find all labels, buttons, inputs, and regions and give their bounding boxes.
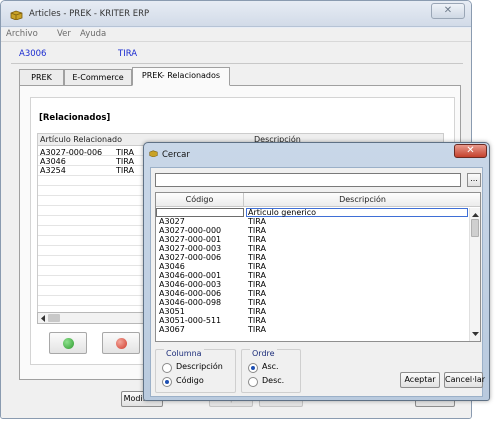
menu-ayuda[interactable]: Ayuda [80,29,106,39]
list-item-code: A3027-000-001 [159,235,222,244]
app-icon [10,10,23,21]
column-group-title: Columna [164,349,204,358]
list-item-desc: TIRA [248,325,266,334]
search-dialog: Cercar ✕ ... Código Descripción Articulo… [143,142,490,401]
results-header: Código Descripción [156,193,480,207]
list-item[interactable]: A3046 TIRA [156,262,469,271]
section-label: [Relacionados] [39,113,111,123]
radio-asc-label[interactable]: Asc. [262,362,279,371]
browse-button[interactable]: ... [467,173,481,187]
list-item-code: A3027-000-006 [159,253,222,262]
dialog-accept-button[interactable]: Aceptar [400,372,440,388]
list-item-code: A3067 [159,325,185,334]
list-item-code: A3046-000-003 [159,280,222,289]
order-group-title: Ordre [250,349,277,358]
radio-desc[interactable] [248,377,258,387]
column-header-related-article[interactable]: Artículo Relacionado [40,134,122,146]
tab-e-commerce[interactable]: E-Commerce [64,69,132,86]
radio-descripcion-label[interactable]: Descripción [176,362,223,371]
dialog-cancel-button[interactable]: Cancel·lar [444,372,485,388]
article-name: TIRA [118,49,138,59]
scroll-thumb[interactable] [471,219,479,237]
list-item-desc: TIRA [248,244,266,253]
tab-prek[interactable]: PREK [19,69,64,86]
list-item-code: A3046-000-006 [159,289,222,298]
list-item[interactable]: A3051 TIRA [156,307,469,316]
list-item-code: A3051 [159,307,185,316]
radio-desc-label[interactable]: Desc. [262,376,284,385]
list-item-desc: TIRA [248,271,266,280]
radio-descripcion[interactable] [162,363,172,373]
list-item[interactable]: A3046-000-098 TIRA [156,298,469,307]
menu-ver[interactable]: Ver [57,29,71,39]
menu-bar: Archivo Ver Ayuda [1,28,471,42]
list-item-code: A3027-000-003 [159,244,222,253]
list-item[interactable]: Articulo generico [156,208,469,217]
list-item-code: A3046-000-001 [159,271,222,280]
scroll-down-icon[interactable] [472,332,479,337]
list-item-desc: Articulo generico [248,208,317,217]
app-icon [149,150,158,158]
list-item[interactable]: A3027-000-001 TIRA [156,235,469,244]
dialog-client-area: ... Código Descripción Articulo generico… [150,167,485,397]
list-item-code: A3051-000-511 [159,316,222,325]
list-item-desc: TIRA [248,298,266,307]
list-item-code: A3046-000-098 [159,298,222,307]
add-button[interactable] [49,332,87,354]
radio-asc[interactable] [248,363,258,373]
list-item[interactable]: A3027-000-000 TIRA [156,226,469,235]
list-item[interactable]: A3027-000-003 TIRA [156,244,469,253]
dialog-title: Cercar [162,150,190,160]
scroll-left-icon[interactable] [40,315,46,322]
list-item[interactable]: A3027 TIRA [156,217,469,226]
vertical-scrollbar[interactable] [469,208,480,341]
remove-button[interactable] [102,332,140,354]
list-item[interactable]: A3067 TIRA [156,325,469,334]
list-item-desc: TIRA [248,289,266,298]
close-icon[interactable]: ✕ [454,144,487,158]
list-item-desc: TIRA [248,316,266,325]
list-item-desc: TIRA [248,226,266,235]
radio-codigo[interactable] [162,377,172,387]
results-rows: Articulo generico A3027 TIRA A3027-000-00… [156,208,469,334]
column-header-description[interactable]: Descripción [245,193,480,206]
results-list[interactable]: Código Descripción Articulo generico A30… [155,192,481,342]
order-group: Ordre Asc. Desc. [241,349,301,393]
list-item[interactable]: A3046-000-001 TIRA [156,271,469,280]
dialog-title-bar[interactable]: Cercar ✕ [144,143,489,165]
radio-codigo-label[interactable]: Código [176,376,204,385]
close-icon[interactable]: ✕ [431,3,465,19]
scroll-up-icon[interactable] [472,212,479,217]
list-item-desc: TIRA [248,280,266,289]
list-item-desc: TIRA [248,235,266,244]
list-item[interactable]: A3046-000-006 TIRA [156,289,469,298]
column-group: Columna Descripción Código [155,349,236,393]
tab-prek-relacionados[interactable]: PREK- Relacionados [132,67,230,86]
list-item[interactable]: A3027-000-006 TIRA [156,253,469,262]
divider [11,63,463,64]
main-title: Articles - PREK - KRITER ERP [29,9,150,19]
list-item-code: A3046 [159,262,185,271]
selected-cell [156,208,244,217]
main-title-bar[interactable]: Articles - PREK - KRITER ERP ✕ [1,1,471,27]
list-item[interactable]: A3051-000-511 TIRA [156,316,469,325]
list-item[interactable]: A3046-000-003 TIRA [156,280,469,289]
menu-archivo[interactable]: Archivo [6,29,38,39]
list-item-desc: TIRA [248,217,266,226]
column-header-code[interactable]: Código [156,193,244,206]
list-item-desc: TIRA [248,262,266,271]
article-code: A3006 [19,49,47,59]
add-icon [63,338,74,349]
list-item-desc: TIRA [248,307,266,316]
search-input[interactable] [155,173,461,187]
list-item-code: A3027 [159,217,185,226]
scroll-thumb[interactable] [48,314,60,322]
horizontal-scrollbar[interactable] [37,312,157,324]
remove-icon [116,338,127,349]
list-item-desc: TIRA [248,253,266,262]
list-item-code: A3027-000-000 [159,226,222,235]
